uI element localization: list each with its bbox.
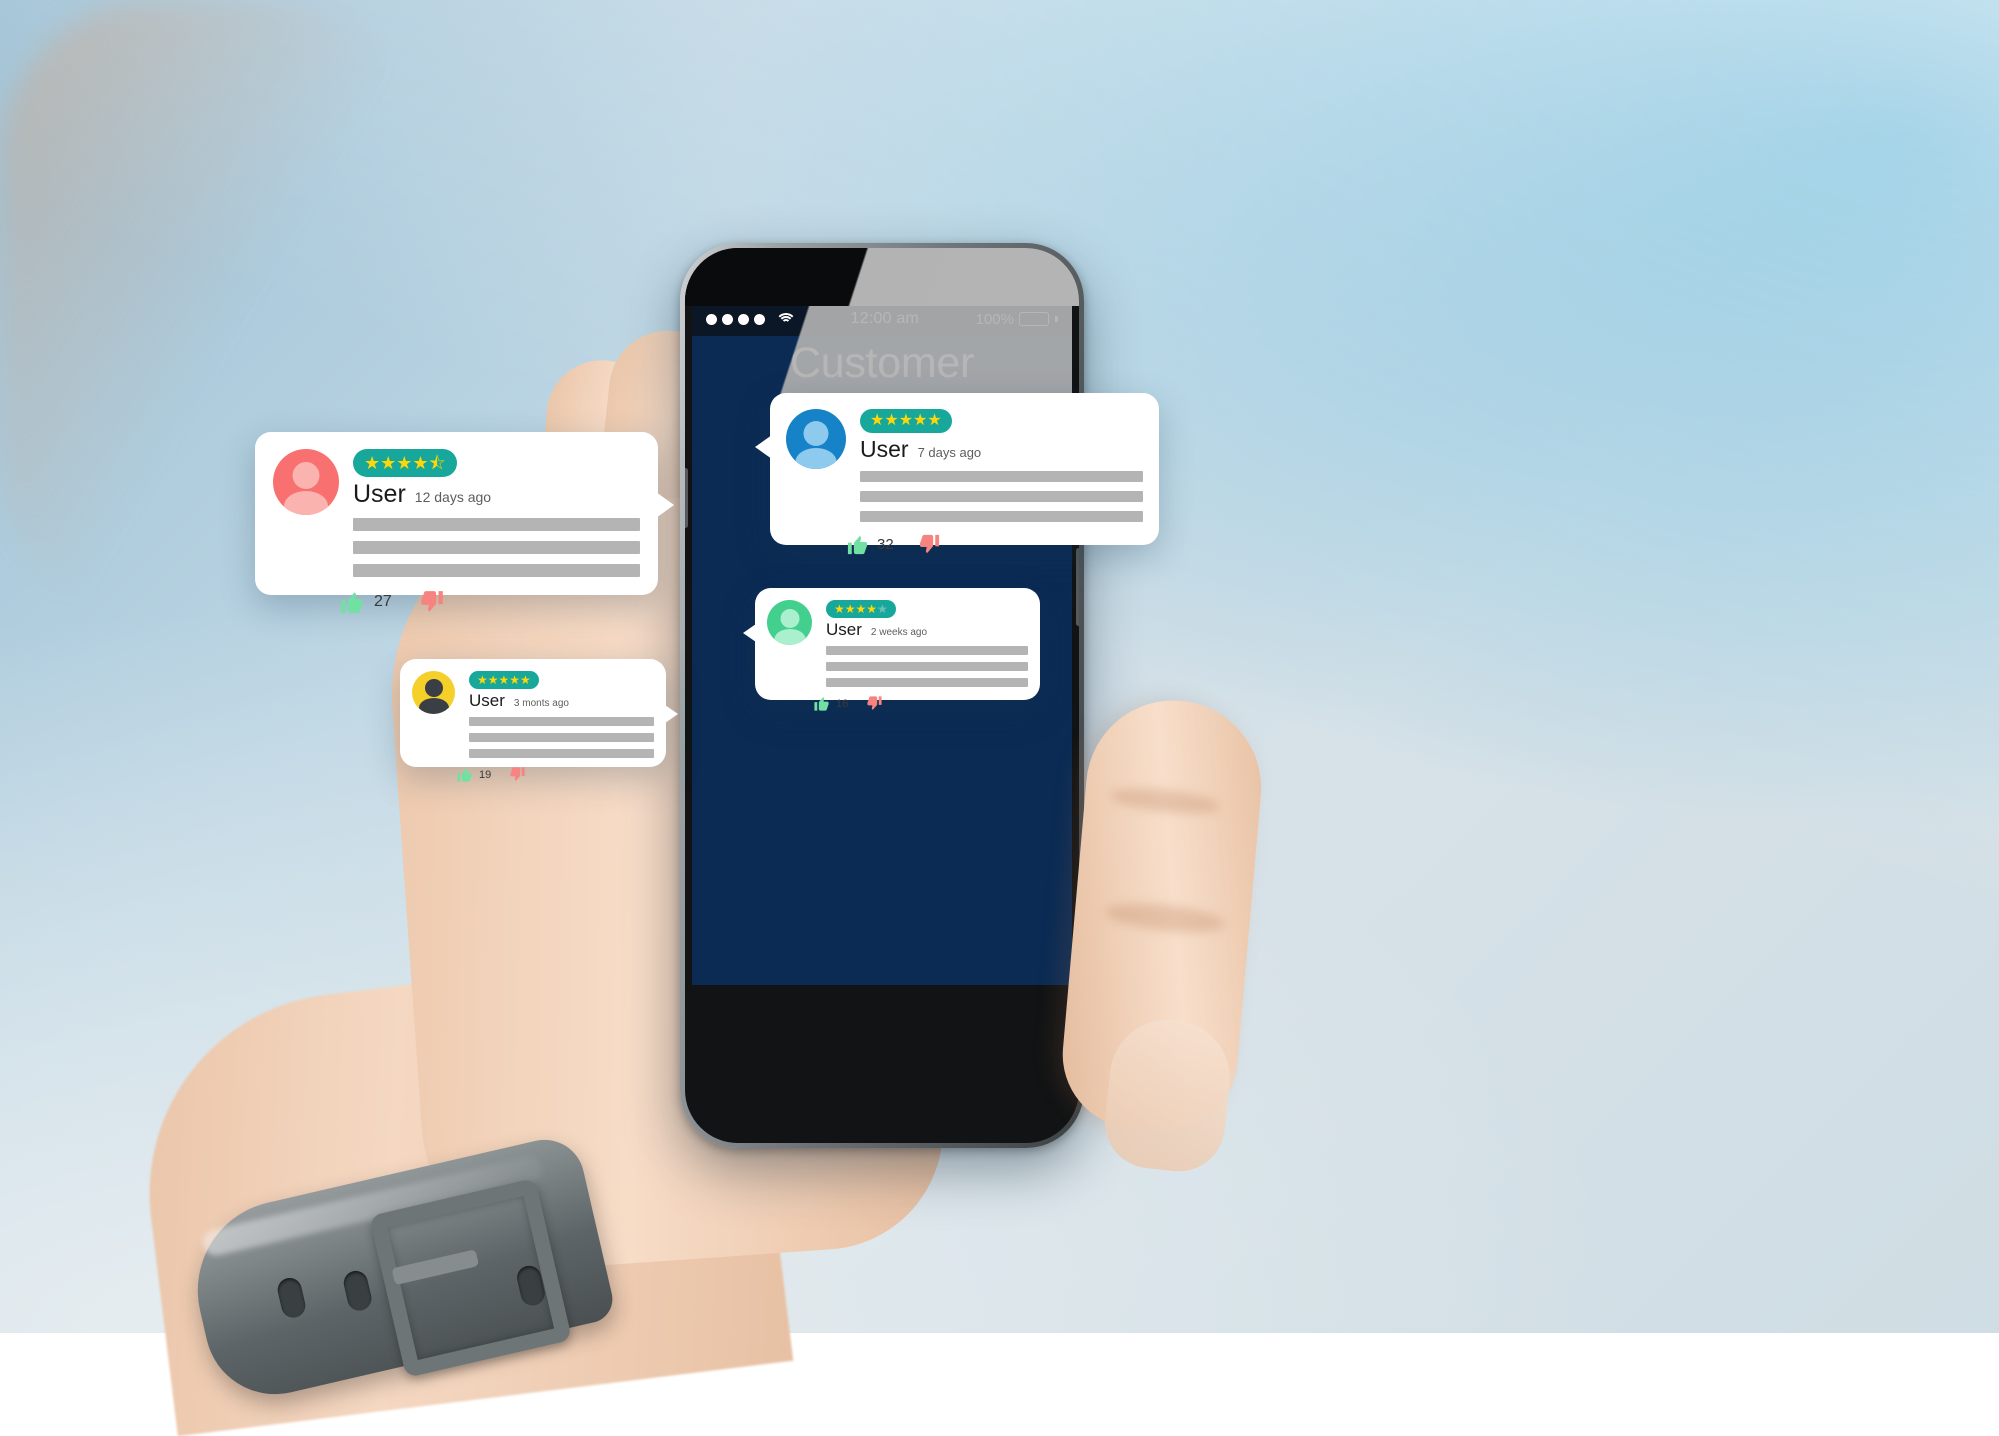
speech-tail [755, 435, 772, 459]
thumbs-up-icon[interactable] [339, 589, 365, 615]
thumbs-up-icon[interactable] [456, 766, 473, 783]
review-body-placeholder [469, 717, 654, 758]
review-header: User 7 days ago [860, 436, 1143, 463]
avatar [273, 449, 339, 515]
thumbs-up-icon[interactable] [813, 695, 830, 712]
volume-button[interactable] [685, 468, 688, 528]
thumbs-down-icon[interactable] [419, 589, 445, 615]
rating-badge: ★★★★★ [860, 409, 952, 433]
battery-icon [1019, 312, 1049, 326]
avatar [786, 409, 846, 469]
battery-tip [1055, 316, 1058, 322]
speech-tail [665, 705, 678, 723]
power-button[interactable] [1076, 548, 1079, 626]
speech-tail [743, 624, 756, 642]
screen-glare-top [685, 248, 1079, 306]
rating-badge: ★★★★★ [469, 671, 539, 689]
stars-filled: ★★★★★ [870, 412, 942, 429]
avatar [412, 671, 455, 714]
thumbs-down-icon[interactable] [509, 766, 526, 783]
review-card[interactable]: ★★★★⯪ User 12 days ago 27 [255, 432, 674, 613]
likes-count: 32 [877, 536, 894, 553]
review-card[interactable]: ★★★★★ User 2 weeks ago 16 [743, 588, 1040, 711]
review-body-placeholder [353, 518, 640, 577]
signal-strength-icon [706, 312, 796, 326]
review-body-placeholder [860, 471, 1143, 522]
status-bar: 12:00 am 100% [692, 302, 1072, 336]
reviewer-name: User [353, 480, 406, 508]
vote-row[interactable]: 16 [813, 695, 1040, 712]
stars-filled: ★★★★★ [477, 673, 531, 687]
vote-row[interactable]: 32 [846, 533, 1159, 556]
thumbs-down-icon[interactable] [866, 695, 883, 712]
speech-tail [656, 492, 674, 518]
reviewer-name: User [826, 620, 862, 639]
likes-count: 16 [836, 697, 849, 710]
review-timestamp: 3 monts ago [513, 698, 569, 709]
battery-indicator: 100% [976, 311, 1058, 328]
battery-percent-label: 100% [975, 310, 1014, 328]
star-half: ⯪ [428, 453, 446, 473]
stars-filled: ★★★★ [364, 453, 429, 473]
vote-row[interactable]: 19 [456, 766, 666, 783]
status-bar-clock: 12:00 am [850, 310, 919, 327]
review-timestamp: 2 weeks ago [870, 627, 928, 638]
reviewer-name: User [860, 436, 909, 462]
likes-count: 27 [374, 593, 392, 610]
review-timestamp: 12 days ago [414, 489, 492, 505]
review-card[interactable]: ★★★★★ User 7 days ago 32 [755, 393, 1159, 555]
title-line-1: Customer [790, 339, 974, 387]
review-body-placeholder [826, 646, 1028, 687]
wifi-icon [775, 312, 796, 326]
rating-badge: ★★★★★ [826, 600, 896, 618]
vote-row[interactable]: 27 [339, 589, 658, 615]
review-card[interactable]: ★★★★★ User 3 monts ago 19 [400, 659, 678, 782]
avatar [767, 600, 812, 645]
stars-empty: ★ [877, 602, 888, 616]
thumbs-down-icon[interactable] [918, 533, 941, 556]
review-header: User 12 days ago [353, 480, 640, 509]
reviewer-name: User [469, 691, 505, 710]
review-header: User 3 monts ago [469, 691, 654, 711]
stars-filled: ★★★★ [834, 602, 878, 616]
review-header: User 2 weeks ago [826, 620, 1028, 640]
likes-count: 19 [479, 768, 492, 781]
review-timestamp: 7 days ago [917, 445, 982, 460]
thumbs-up-icon[interactable] [846, 533, 869, 556]
rating-badge: ★★★★⯪ [353, 449, 457, 477]
